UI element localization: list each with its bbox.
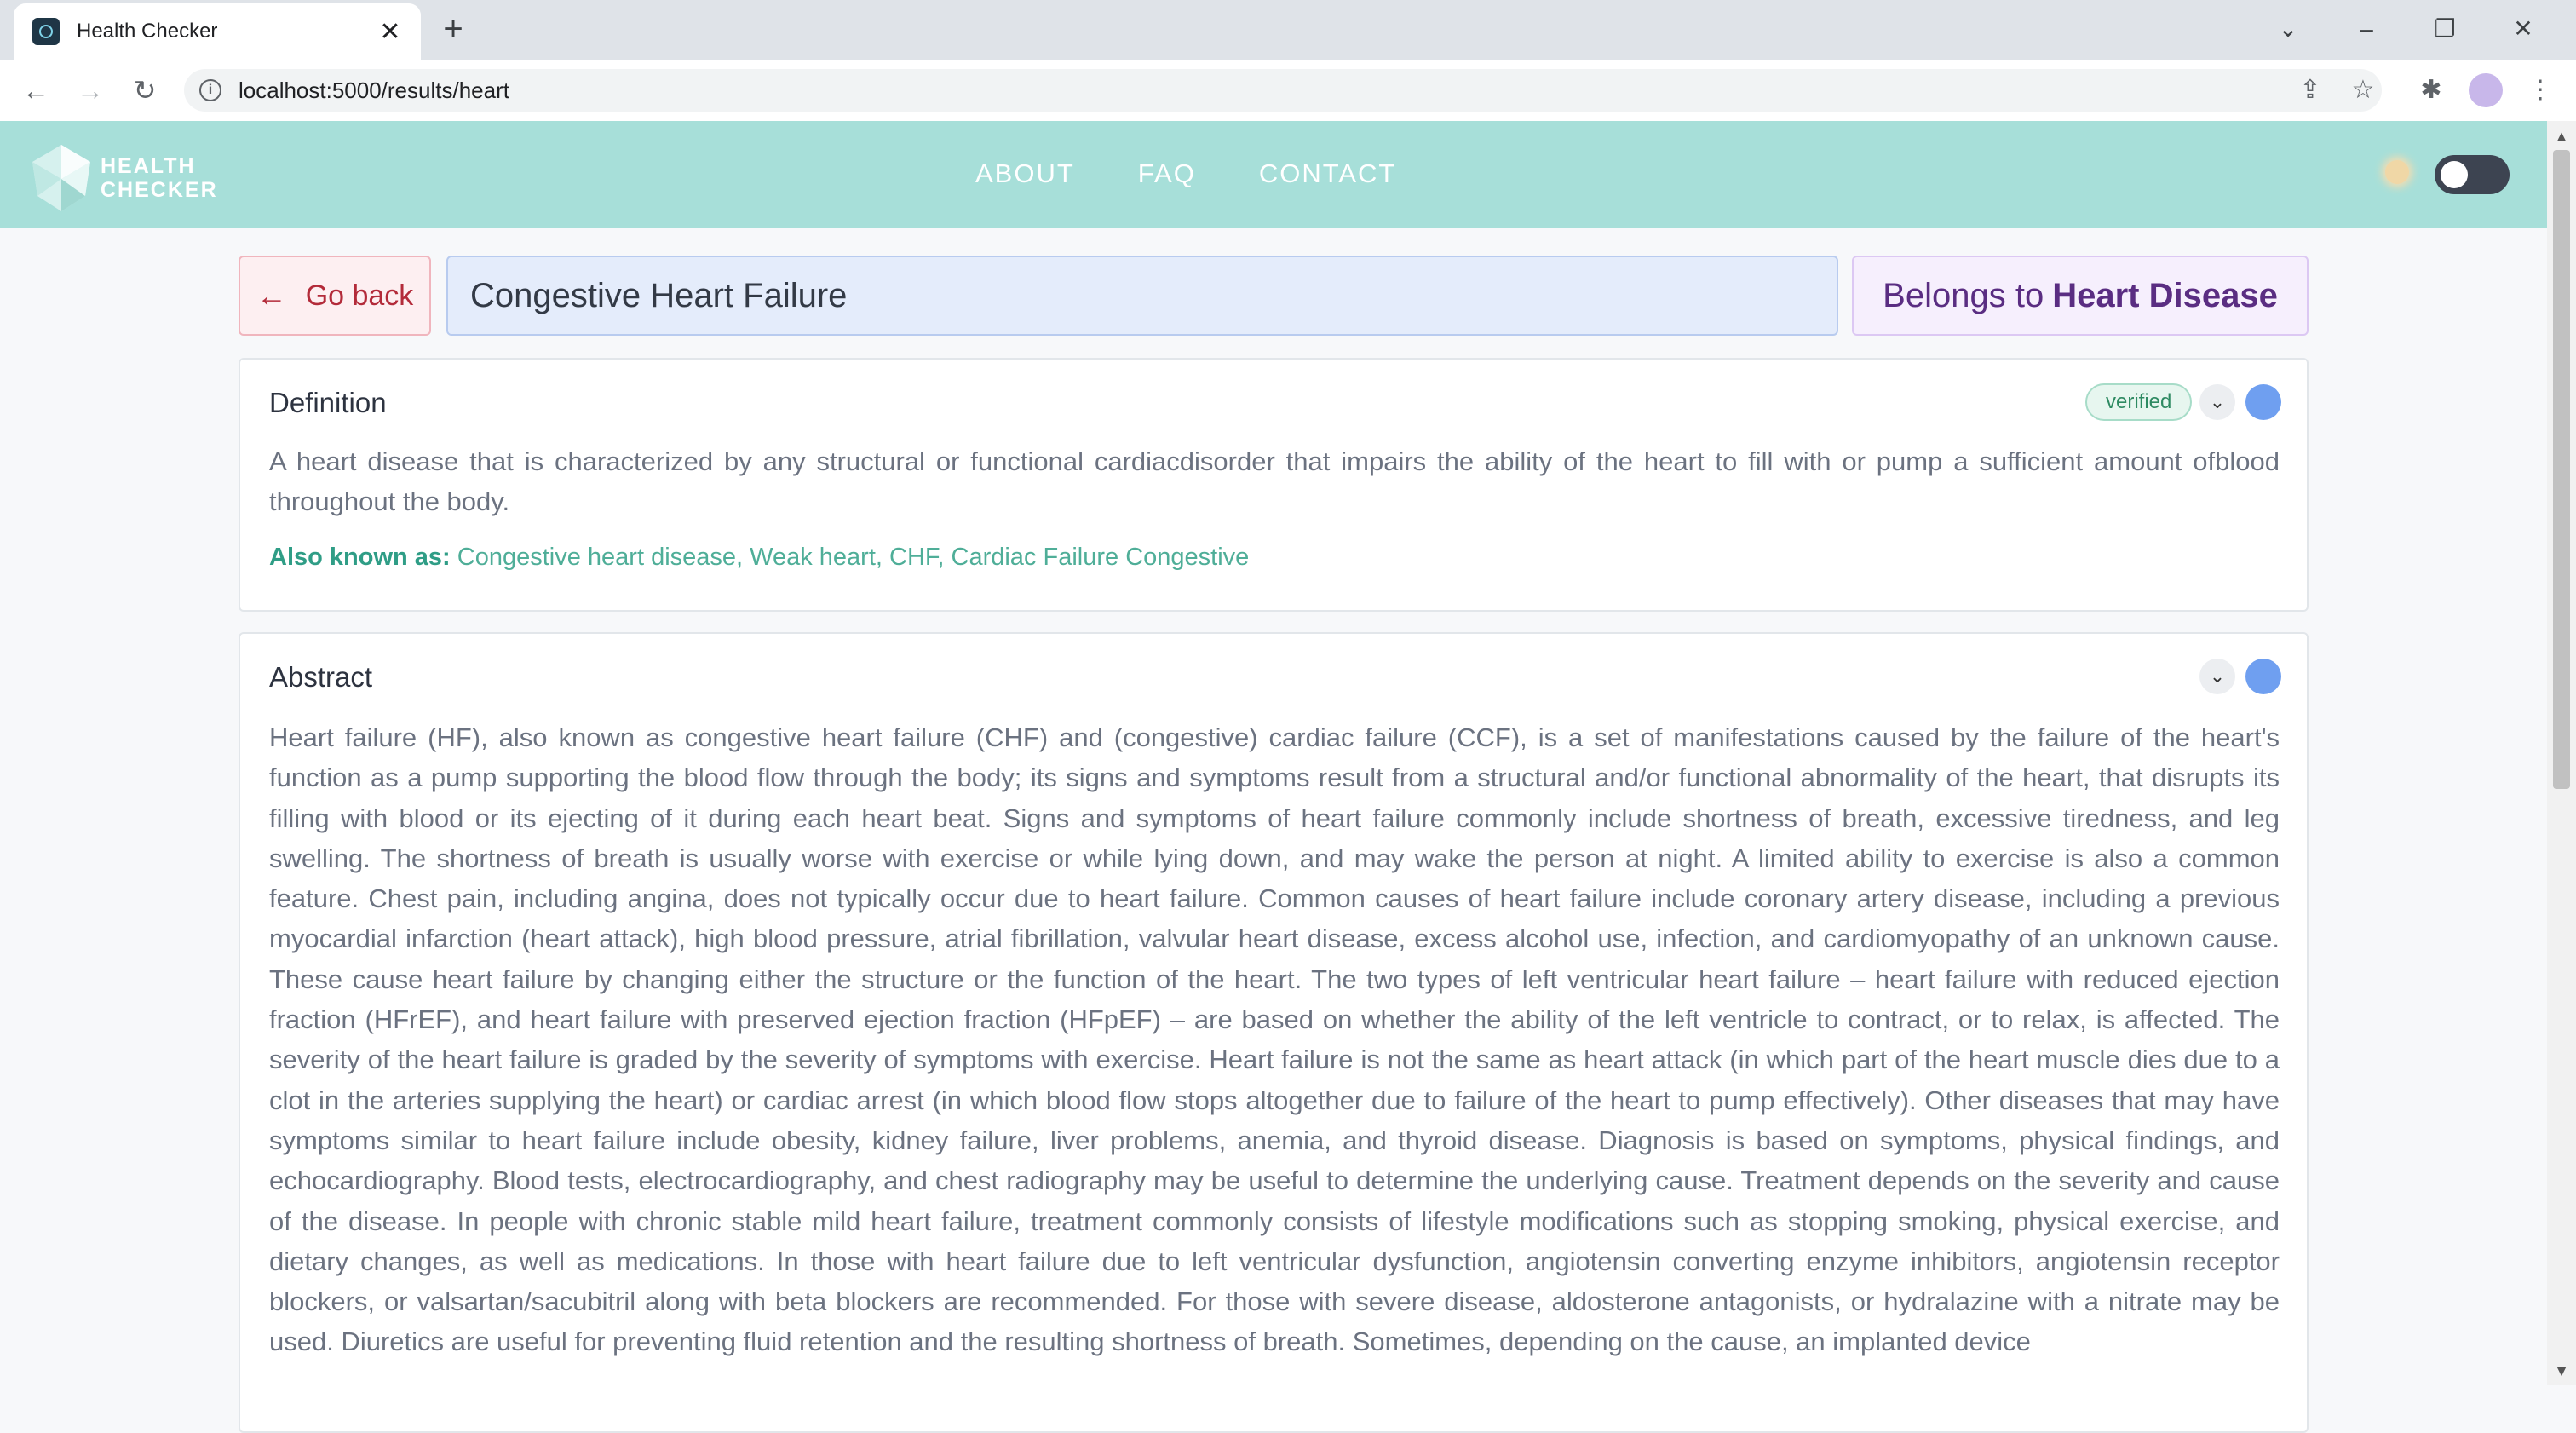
nav-faq-link[interactable]: FAQ <box>1138 152 1196 196</box>
site-header: HEALTH CHECKER ABOUT FAQ CONTACT <box>0 121 2547 228</box>
go-back-label: Go back <box>305 279 414 312</box>
window-controls: ⌄ – ❐ ✕ <box>2249 7 2562 51</box>
category-name: Heart Disease <box>2052 276 2278 314</box>
window-close-icon[interactable]: ✕ <box>2484 7 2562 51</box>
scroll-up-icon[interactable]: ▲ <box>2547 128 2576 146</box>
scrollbar-thumb[interactable] <box>2553 150 2570 789</box>
reload-icon[interactable]: ↻ <box>124 70 165 111</box>
tab-search-icon[interactable]: ⌄ <box>2249 7 2327 51</box>
back-arrow-icon[interactable]: ← <box>15 70 56 111</box>
minimize-icon[interactable]: – <box>2327 7 2406 51</box>
new-tab-button[interactable]: + <box>434 10 472 48</box>
browser-menu-icon[interactable]: ⋮ <box>2521 72 2559 109</box>
browser-toolbar: ← → ↻ i localhost:5000/results/heart ⇪ ☆… <box>0 60 2576 122</box>
extensions-puzzle-icon[interactable]: ✱ <box>2412 72 2450 109</box>
abstract-title: Abstract <box>269 661 373 693</box>
site-logo[interactable]: HEALTH CHECKER <box>29 143 218 213</box>
aka-label: Also known as: <box>269 544 451 571</box>
definition-card: Definition verified ⌄ A heart disease th… <box>239 358 2309 612</box>
share-icon[interactable]: ⇪ <box>2291 72 2329 109</box>
also-known-as: Also known as: Congestive heart disease,… <box>269 544 1249 572</box>
logo-text-line2: CHECKER <box>101 178 218 202</box>
theme-toggle[interactable] <box>2435 155 2510 194</box>
address-bar[interactable]: i localhost:5000/results/heart <box>184 69 2382 112</box>
verified-badge: verified <box>2085 383 2193 421</box>
definition-title: Definition <box>269 387 387 418</box>
belongs-prefix: Belongs to <box>1883 276 2044 314</box>
tab-close-icon[interactable]: ✕ <box>377 17 404 47</box>
site-info-icon[interactable]: i <box>199 79 221 101</box>
page-scrollbar[interactable]: ▲ ▼ <box>2547 121 2576 1385</box>
bookmark-star-icon[interactable]: ☆ <box>2344 72 2382 109</box>
sun-icon <box>2385 160 2409 184</box>
tab-title: Health Checker <box>77 20 218 43</box>
nav-contact-link[interactable]: CONTACT <box>1259 152 1397 196</box>
chevron-down-icon[interactable]: ⌄ <box>2199 384 2235 420</box>
crystal-logo-icon <box>32 145 90 211</box>
definition-text: A heart disease that is characterized by… <box>269 446 2280 517</box>
browser-tab[interactable]: Health Checker ✕ <box>14 3 421 60</box>
scroll-down-icon[interactable]: ▼ <box>2547 1362 2576 1380</box>
browser-tabstrip: Health Checker ✕ + ⌄ – ❐ ✕ <box>0 0 2576 60</box>
status-dot[interactable] <box>2245 659 2281 694</box>
term-title: Congestive Heart Failure <box>446 256 1838 336</box>
url-text[interactable]: localhost:5000/results/heart <box>239 78 509 104</box>
nav-about-link[interactable]: ABOUT <box>975 152 1075 196</box>
profile-avatar[interactable] <box>2469 73 2503 107</box>
logo-text-line1: HEALTH <box>101 154 196 178</box>
abstract-text: Heart failure (HF), also known as conges… <box>269 722 2280 1357</box>
status-dot[interactable] <box>2245 384 2281 420</box>
abstract-card: Abstract ⌄ Heart failure (HF), also know… <box>239 632 2309 1433</box>
chevron-down-icon[interactable]: ⌄ <box>2199 659 2235 694</box>
forward-arrow-icon[interactable]: → <box>70 70 111 111</box>
restore-icon[interactable]: ❐ <box>2406 7 2484 51</box>
react-favicon-icon <box>32 18 60 45</box>
go-back-button[interactable]: ← Go back <box>239 256 431 336</box>
arrow-left-icon: ← <box>256 278 287 313</box>
main-nav: ABOUT FAQ CONTACT <box>975 152 1396 196</box>
aka-value: Congestive heart disease, Weak heart, CH… <box>457 544 1250 571</box>
category-box[interactable]: Belongs to Heart Disease <box>1852 256 2309 336</box>
